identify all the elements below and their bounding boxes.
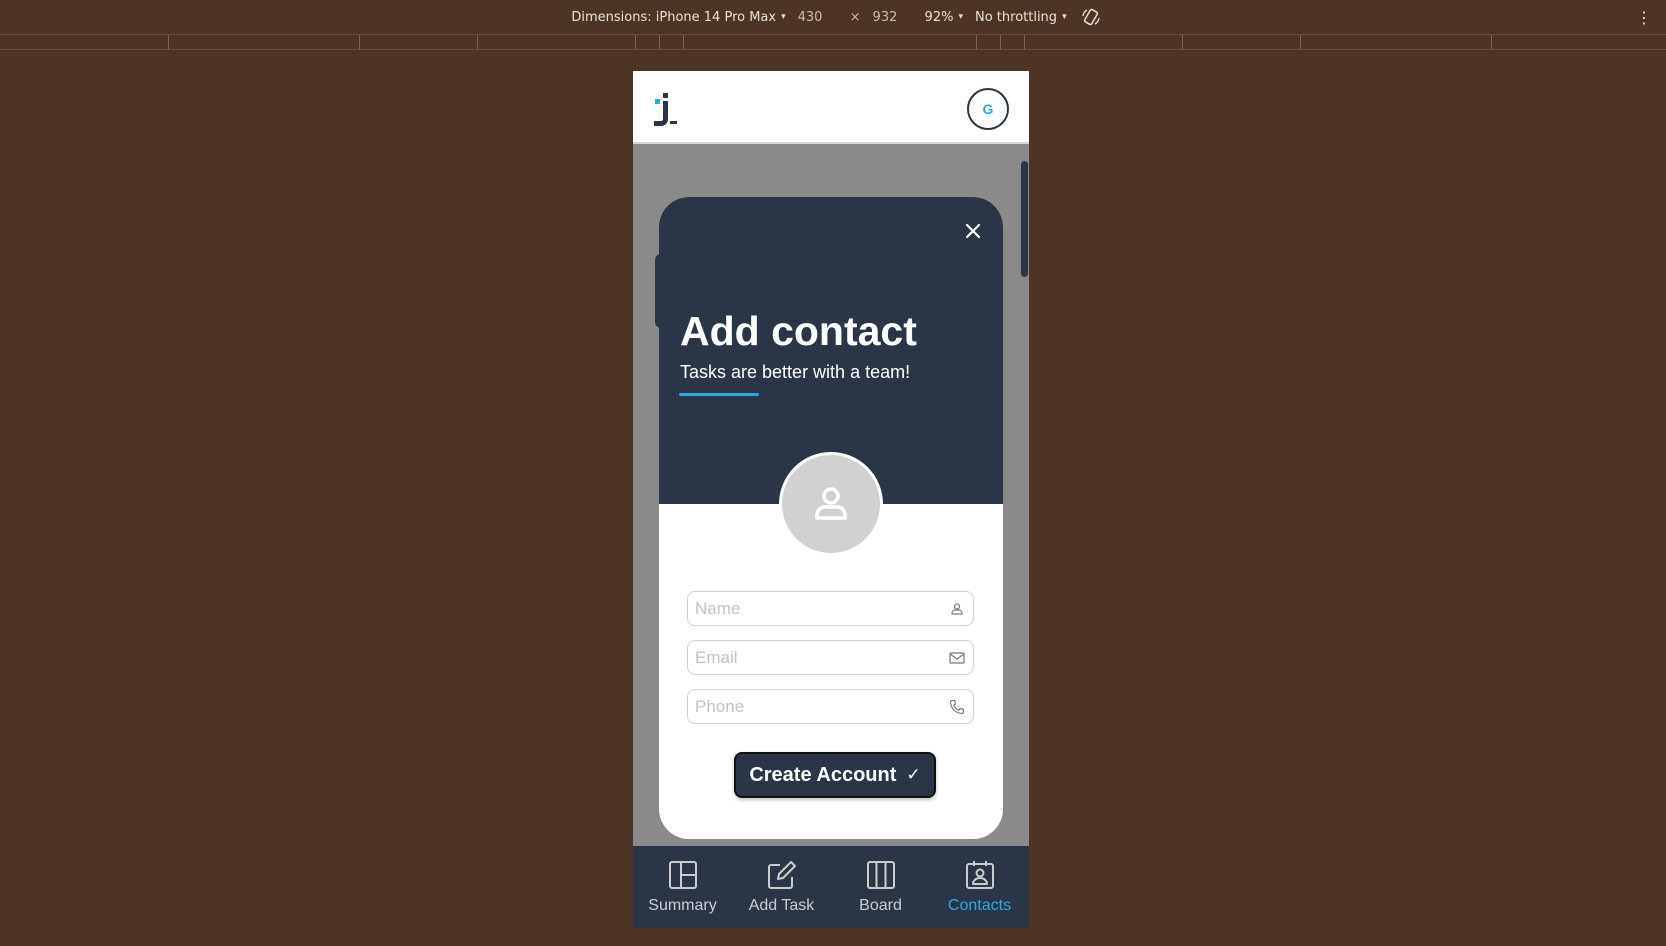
create-account-button[interactable]: Create Account ✓ [734, 752, 936, 798]
summary-icon [668, 861, 697, 889]
nav-label: Board [859, 897, 902, 914]
rotate-icon[interactable] [1081, 7, 1101, 27]
device-viewport: G Add contact Tasks are better with a te… [633, 71, 1029, 928]
add-contact-modal: Add contact Tasks are better with a team… [659, 197, 1003, 839]
mail-icon [948, 649, 966, 667]
phone-input[interactable] [688, 690, 948, 723]
name-input[interactable] [688, 592, 948, 625]
person-icon [948, 600, 966, 618]
device-label: Dimensions: iPhone 14 Pro Max [571, 9, 777, 25]
email-field[interactable] [687, 640, 974, 675]
bottom-nav: Summary Add Task Board Contacts [633, 846, 1029, 928]
modal-subtitle: Tasks are better with a team! [680, 362, 911, 382]
nav-label: Contacts [947, 897, 1012, 914]
nav-label: Add Task [748, 897, 815, 914]
app-header: G [633, 71, 1029, 144]
email-input[interactable] [688, 641, 948, 674]
board-icon [866, 861, 895, 889]
chevron-down-icon: ▾ [1062, 12, 1067, 22]
create-account-label: Create Account [749, 763, 897, 786]
height-input[interactable]: 932 [873, 10, 913, 25]
devtools-toolbar: Dimensions: iPhone 14 Pro Max ▾ 430 × 93… [0, 0, 1666, 35]
media-query-ruler [0, 35, 1666, 50]
person-icon [815, 487, 847, 520]
chevron-down-icon: ▾ [958, 12, 963, 22]
nav-label: Summary [648, 897, 717, 914]
close-icon [965, 223, 981, 239]
dimension-separator: × [849, 9, 861, 25]
device-select[interactable]: Dimensions: iPhone 14 Pro Max ▾ [571, 10, 785, 25]
add-task-icon [767, 861, 796, 889]
more-options-icon[interactable]: ⋮ [1636, 8, 1652, 27]
zoom-label: 92% [924, 9, 954, 25]
name-field[interactable] [687, 591, 974, 626]
close-button[interactable] [961, 219, 985, 243]
phone-icon [948, 698, 966, 716]
phone-field[interactable] [687, 689, 974, 724]
zoom-select[interactable]: 92% ▾ [925, 10, 963, 25]
check-icon: ✓ [906, 765, 921, 784]
nav-add-task[interactable]: Add Task [732, 846, 831, 928]
modal-title: Add contact [680, 308, 917, 354]
throttling-select[interactable]: No throttling ▾ [975, 10, 1067, 25]
chevron-down-icon: ▾ [781, 12, 786, 22]
title-underline [679, 393, 759, 396]
contacts-icon [965, 861, 994, 889]
user-avatar-button[interactable]: G [967, 88, 1009, 130]
throttling-label: No throttling [974, 9, 1058, 25]
profile-placeholder [779, 452, 883, 556]
scrollbar[interactable] [1021, 161, 1028, 277]
join-logo[interactable] [651, 91, 685, 129]
width-input[interactable]: 430 [798, 10, 838, 25]
nav-summary[interactable]: Summary [633, 846, 732, 928]
nav-contacts[interactable]: Contacts [930, 846, 1029, 928]
nav-board[interactable]: Board [831, 846, 930, 928]
